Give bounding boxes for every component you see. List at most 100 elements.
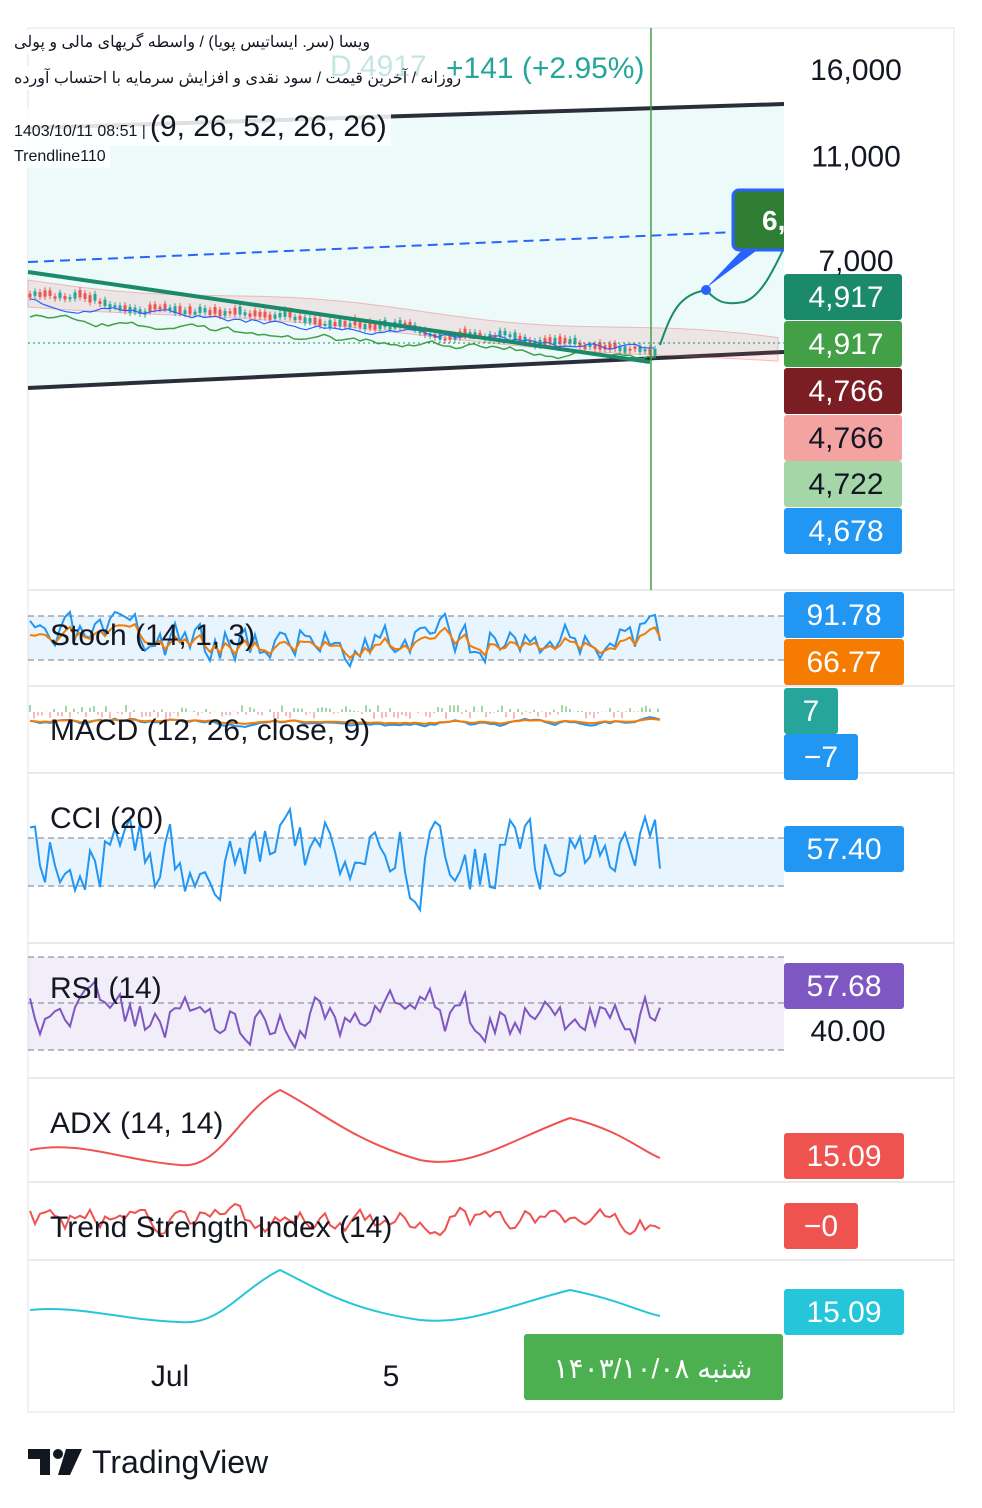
candle-body bbox=[388, 326, 392, 330]
indicator-value-text: 15.09 bbox=[806, 1140, 881, 1173]
ghost-price-text: D 4917 bbox=[330, 50, 427, 83]
header-timestamp-line: 1403/10/11 08:51 | (9, 26, 52, 26, 26) bbox=[10, 108, 391, 146]
candle-body bbox=[213, 307, 217, 314]
candle-body bbox=[293, 316, 297, 321]
price-label-text: 4,678 bbox=[808, 515, 883, 548]
candle-body bbox=[48, 290, 52, 296]
ghost-price: D 4917 bbox=[330, 50, 427, 84]
timestamp: 1403/10/11 08:51 bbox=[14, 123, 138, 140]
projection-point bbox=[701, 285, 711, 295]
price-label-text: 4,766 bbox=[808, 375, 883, 408]
indicator-value-text: 66.77 bbox=[806, 646, 881, 679]
candle-body bbox=[653, 348, 657, 356]
candle-body bbox=[98, 301, 102, 305]
candle-body bbox=[258, 311, 262, 317]
time-tick-label: Jul bbox=[151, 1360, 189, 1393]
indicator-params: (9, 26, 52, 26, 26) bbox=[149, 110, 387, 143]
candle-body bbox=[508, 334, 512, 338]
candle-body bbox=[263, 311, 267, 318]
candle-body bbox=[73, 292, 77, 299]
time-tick-label: 5 bbox=[383, 1360, 400, 1393]
price-tick-label: 16,000 bbox=[810, 54, 902, 87]
candle-body bbox=[328, 320, 332, 328]
macd-title: MACD (12, 26, close, 9) bbox=[50, 714, 370, 747]
candle-body bbox=[158, 306, 162, 310]
candle-body bbox=[83, 293, 87, 299]
candle-body bbox=[318, 319, 322, 326]
rsi-tick-label: 40.00 bbox=[810, 1015, 885, 1048]
candle-body bbox=[68, 297, 72, 300]
candle-body bbox=[588, 344, 592, 347]
candle-body bbox=[633, 346, 637, 350]
adx2-line bbox=[29, 1268, 661, 1324]
candle-body bbox=[218, 309, 222, 317]
symbol-title: ویسا (سر. ایساتیس پویا) / واسطه گریهای م… bbox=[14, 34, 371, 51]
candle-body bbox=[88, 295, 92, 303]
candle-body bbox=[358, 322, 362, 328]
candle-body bbox=[643, 349, 647, 352]
candle-body bbox=[103, 299, 107, 307]
candle-body bbox=[183, 310, 187, 315]
candle-body bbox=[513, 332, 517, 340]
candle-body bbox=[308, 318, 312, 323]
candle-body bbox=[348, 323, 352, 328]
price-label-text: 4,917 bbox=[808, 281, 883, 314]
header-symbol-line: ویسا (سر. ایساتیس پویا) / واسطه گریهای م… bbox=[10, 30, 375, 54]
candle-body bbox=[178, 306, 182, 314]
candle-body bbox=[43, 290, 47, 297]
stoch-title: Stoch (14, 1, 3) bbox=[50, 619, 255, 652]
header-author-line: Trendline110 bbox=[10, 146, 110, 168]
indicator-value-text: −7 bbox=[804, 741, 838, 774]
brand-name: TradingView bbox=[92, 1443, 269, 1480]
candle-body bbox=[153, 304, 157, 310]
price-label-text: 4,766 bbox=[808, 422, 883, 455]
candle-body bbox=[228, 311, 232, 314]
candle-body bbox=[503, 330, 507, 336]
candle-body bbox=[343, 320, 347, 327]
candle-body bbox=[543, 338, 547, 345]
candle-body bbox=[273, 314, 277, 319]
chart-canvas: 6, 4,917 4,917 4,766 4,766 4,722 4,678 Stoch (… bbox=[27, 27, 955, 1413]
candle-body bbox=[198, 306, 202, 313]
candle-body bbox=[163, 303, 167, 310]
price-tick-label: 11,000 bbox=[811, 141, 901, 174]
indicator-value-text: −0 bbox=[804, 1210, 838, 1243]
candle-body bbox=[63, 295, 67, 300]
candle-body bbox=[33, 291, 37, 296]
adx-title: ADX (14, 14) bbox=[50, 1107, 223, 1140]
price-change-text: +141 (+2.95%) bbox=[446, 52, 645, 85]
price-tick-label: 7,000 bbox=[818, 245, 893, 278]
price-label-text: 4,722 bbox=[808, 468, 883, 501]
author-name: Trendline110 bbox=[14, 148, 106, 165]
candle-body bbox=[58, 292, 62, 299]
price-label-text: 4,917 bbox=[808, 328, 883, 361]
candle-body bbox=[38, 292, 42, 297]
tradingview-logo[interactable]: TradingView bbox=[28, 1440, 268, 1484]
candle-body bbox=[243, 312, 247, 316]
candle-body bbox=[548, 337, 552, 343]
candle-body bbox=[188, 306, 192, 315]
candle-body bbox=[373, 324, 377, 330]
cci-title: CCI (20) bbox=[50, 802, 163, 835]
candle-body bbox=[298, 315, 302, 320]
candle-body bbox=[253, 310, 257, 317]
candle-body bbox=[278, 313, 282, 318]
candle-body bbox=[208, 309, 212, 315]
indicator-value-text: 7 bbox=[803, 695, 820, 728]
tsi-title: Trend Strength Index (14) bbox=[50, 1211, 392, 1244]
candle-body bbox=[53, 296, 57, 299]
indicator-panels[interactable]: Stoch (14, 1, 3) 91.78 66.77 MACD (12, 26, … bbox=[28, 592, 904, 1335]
candle-body bbox=[363, 324, 367, 330]
candle-body bbox=[623, 346, 627, 353]
candle-body bbox=[193, 311, 197, 315]
candle-body bbox=[78, 290, 82, 298]
indicator-value-text: 15.09 bbox=[806, 1296, 881, 1329]
candle-body bbox=[338, 319, 342, 327]
candle-body bbox=[28, 293, 32, 298]
candle-body bbox=[333, 321, 337, 327]
candle-body bbox=[268, 314, 272, 320]
candle-body bbox=[203, 308, 207, 313]
candle-body bbox=[443, 338, 447, 341]
candle-body bbox=[93, 293, 97, 301]
candle-body bbox=[113, 305, 117, 308]
